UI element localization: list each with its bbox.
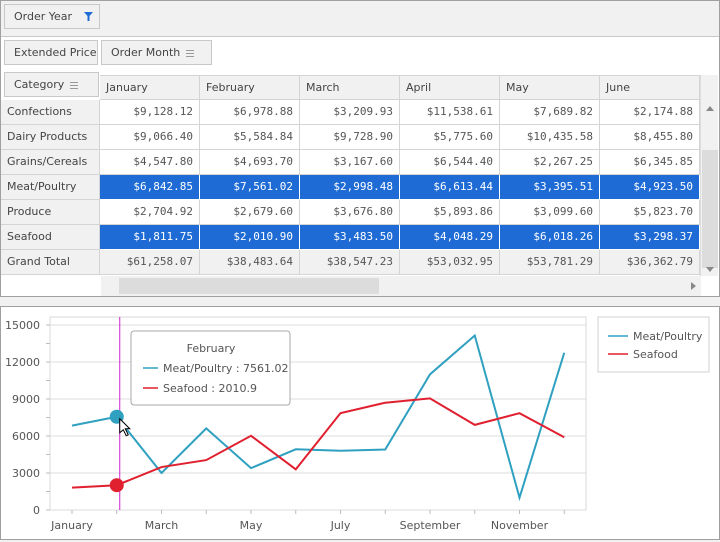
order-month-field[interactable]: Order Month: [101, 40, 212, 65]
x-tick-label: May: [240, 519, 263, 532]
data-cell[interactable]: $9,728.90: [300, 125, 400, 150]
data-cell[interactable]: $4,547.80: [100, 150, 200, 175]
scroll-up-icon[interactable]: [706, 106, 714, 111]
data-cell[interactable]: $6,544.40: [400, 150, 500, 175]
data-cell[interactable]: $3,395.51: [500, 175, 600, 200]
data-cell[interactable]: $6,613.44: [400, 175, 500, 200]
row-header[interactable]: Confections: [1, 100, 100, 125]
x-tick-label: July: [330, 519, 351, 532]
filter-area: Order Year: [1, 1, 719, 37]
grand-total-cell: $53,032.95: [400, 250, 500, 275]
row-header[interactable]: Dairy Products: [1, 125, 100, 150]
data-cell[interactable]: $10,435.58: [500, 125, 600, 150]
column-header[interactable]: May: [500, 75, 600, 100]
order-year-field[interactable]: Order Year: [4, 4, 100, 29]
row-header[interactable]: Meat/Poultry: [1, 175, 100, 200]
legend-box: [597, 316, 710, 373]
pivot-grid: Order Year Extended Price Order Month Ca…: [0, 0, 720, 297]
grand-total-cell: $53,781.29: [500, 250, 600, 275]
data-cell[interactable]: $2,679.60: [200, 200, 300, 225]
data-cell[interactable]: $3,483.50: [300, 225, 400, 250]
x-tick-label: January: [50, 519, 93, 532]
vertical-scroll-thumb[interactable]: [702, 150, 718, 268]
horizontal-scrollbar[interactable]: [101, 276, 701, 296]
data-cell[interactable]: $9,066.40: [100, 125, 200, 150]
data-cell[interactable]: $7,561.02: [200, 175, 300, 200]
highlighted-point: [109, 478, 124, 493]
data-cell[interactable]: $3,099.60: [500, 200, 600, 225]
data-cell[interactable]: $5,823.70: [600, 200, 700, 225]
data-cell[interactable]: $2,998.48: [300, 175, 400, 200]
data-cell[interactable]: $3,209.93: [300, 100, 400, 125]
legend-item[interactable]: Meat/Poultry: [633, 330, 703, 343]
row-header[interactable]: Grains/Cereals: [1, 150, 100, 175]
grand-total-header: Grand Total: [1, 250, 100, 275]
x-tick-label: March: [145, 519, 179, 532]
tooltip: February Meat/Poultry : 7561.02 Seafood : …: [130, 330, 291, 406]
filter-icon[interactable]: [84, 12, 93, 21]
extended-price-field[interactable]: Extended Price: [4, 40, 98, 65]
data-cell[interactable]: $7,689.82: [500, 100, 600, 125]
data-cell[interactable]: $3,676.80: [300, 200, 400, 225]
data-cell[interactable]: $2,267.25: [500, 150, 600, 175]
data-cell[interactable]: $11,538.61: [400, 100, 500, 125]
y-tick-label: 12000: [5, 356, 40, 369]
tooltip-title: February: [187, 342, 236, 355]
data-cell[interactable]: $1,811.75: [100, 225, 200, 250]
y-tick-label: 0: [33, 504, 40, 517]
data-cell[interactable]: $4,923.50: [600, 175, 700, 200]
legend-item[interactable]: Seafood: [633, 348, 678, 361]
data-cell[interactable]: $3,167.60: [300, 150, 400, 175]
horizontal-scroll-thumb[interactable]: [119, 278, 379, 294]
x-tick-label: November: [491, 519, 549, 532]
grand-total-cell: $61,258.07: [100, 250, 200, 275]
chart-panel: 0 3000 6000 9000 12000 15000 January March May Ju…: [0, 306, 720, 540]
category-field[interactable]: Category: [4, 72, 99, 97]
line-chart[interactable]: 0 3000 6000 9000 12000 15000 January March May Ju…: [1, 307, 719, 539]
data-cell[interactable]: $2,174.88: [600, 100, 700, 125]
sort-icon: [186, 49, 195, 57]
vertical-scrollbar[interactable]: [700, 75, 718, 276]
extended-price-label: Extended Price: [14, 46, 97, 59]
sort-icon: [70, 81, 79, 89]
order-year-label: Order Year: [14, 10, 73, 23]
data-cell[interactable]: $4,693.70: [200, 150, 300, 175]
data-cell[interactable]: $2,010.90: [200, 225, 300, 250]
data-cell[interactable]: $3,298.37: [600, 225, 700, 250]
data-cell[interactable]: $5,893.86: [400, 200, 500, 225]
grand-total-cell: $38,483.64: [200, 250, 300, 275]
tooltip-line: Meat/Poultry : 7561.02: [163, 362, 289, 375]
data-cell[interactable]: $5,584.84: [200, 125, 300, 150]
data-cell[interactable]: $9,128.12: [100, 100, 200, 125]
data-cell[interactable]: $4,048.29: [400, 225, 500, 250]
column-header[interactable]: January: [100, 75, 200, 100]
data-cell[interactable]: $6,345.85: [600, 150, 700, 175]
column-header[interactable]: March: [300, 75, 400, 100]
category-label: Category: [14, 78, 65, 91]
y-tick-label: 6000: [12, 430, 40, 443]
data-cell[interactable]: $5,775.60: [400, 125, 500, 150]
scroll-down-icon[interactable]: [706, 267, 714, 272]
x-tick-label: September: [400, 519, 461, 532]
scroll-right-icon[interactable]: [691, 282, 696, 290]
legend: Meat/Poultry Seafood: [597, 316, 710, 373]
plot-area: [49, 316, 587, 511]
data-cell[interactable]: $2,704.92: [100, 200, 200, 225]
row-header[interactable]: Seafood: [1, 225, 100, 250]
row-header[interactable]: Produce: [1, 200, 100, 225]
data-cell[interactable]: $6,978.88: [200, 100, 300, 125]
y-tick-label: 15000: [5, 319, 40, 332]
grand-total-cell: $38,547.23: [300, 250, 400, 275]
data-cell[interactable]: $6,842.85: [100, 175, 200, 200]
order-month-label: Order Month: [111, 46, 181, 59]
y-tick-label: 9000: [12, 393, 40, 406]
column-header[interactable]: April: [400, 75, 500, 100]
grand-total-cell: $36,362.79: [600, 250, 700, 275]
data-cell[interactable]: $6,018.26: [500, 225, 600, 250]
tooltip-line: Seafood : 2010.9: [163, 382, 257, 395]
column-header[interactable]: February: [200, 75, 300, 100]
data-cell[interactable]: $8,455.80: [600, 125, 700, 150]
column-header[interactable]: June: [600, 75, 700, 100]
y-tick-label: 3000: [12, 467, 40, 480]
